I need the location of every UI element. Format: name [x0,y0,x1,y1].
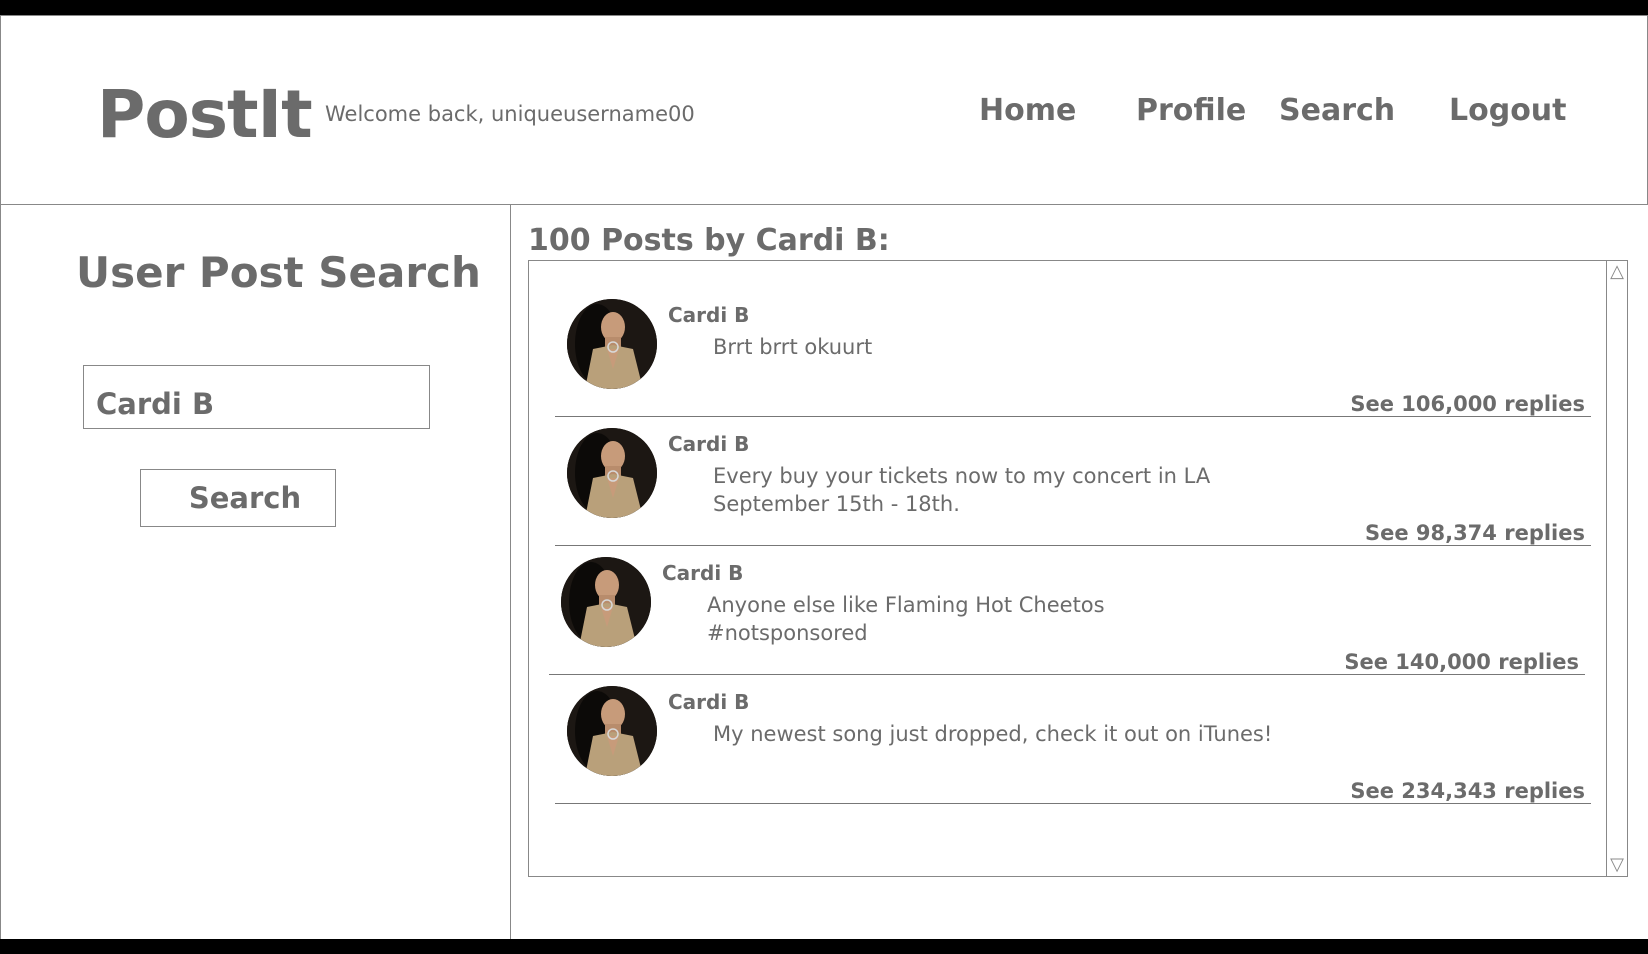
post-text: Anyone else like Flaming Hot Cheetos #no… [707,593,1105,645]
see-replies-link[interactable]: See 234,343 replies [1350,779,1585,803]
app-logo: PostIt [97,76,313,153]
app-window: PostIt Welcome back, uniqueusername00 Ho… [0,15,1648,939]
post-item: Cardi B Anyone else like Flaming Hot Che… [549,547,1585,675]
welcome-message: Welcome back, uniqueusername00 [325,102,695,126]
avatar[interactable] [567,299,657,389]
post-text: My newest song just dropped, check it ou… [713,722,1273,746]
search-panel-title: User Post Search [76,248,481,297]
results-title: 100 Posts by Cardi B: [528,223,890,258]
search-panel: User Post Search Search [0,204,511,939]
post-author[interactable]: Cardi B [668,303,749,327]
post-text: Every buy your tickets now to my concert… [713,464,1211,516]
nav-profile[interactable]: Profile [1136,93,1246,128]
see-replies-link[interactable]: See 98,374 replies [1365,521,1585,545]
see-replies-link[interactable]: See 106,000 replies [1350,392,1585,416]
post-author[interactable]: Cardi B [668,432,749,456]
post-text: Brrt brrt okuurt [713,335,873,359]
avatar[interactable] [561,557,651,647]
search-button[interactable]: Search [140,469,336,527]
post-author[interactable]: Cardi B [662,561,743,585]
triangle-up-icon[interactable]: △ [1609,263,1625,281]
post-item: Cardi B My newest song just dropped, che… [555,676,1591,804]
posts-scrollbar[interactable]: △ ▽ [1606,261,1627,876]
see-replies-link[interactable]: See 140,000 replies [1344,650,1579,674]
triangle-down-icon[interactable]: ▽ [1609,856,1625,874]
nav-home[interactable]: Home [979,93,1076,128]
avatar[interactable] [567,686,657,776]
post-item: Cardi B Brrt brrt okuurt See 106,000 rep… [555,289,1591,417]
post-author[interactable]: Cardi B [668,690,749,714]
posts-list[interactable]: Cardi B Brrt brrt okuurt See 106,000 rep… [528,260,1628,877]
top-header: PostIt Welcome back, uniqueusername00 Ho… [0,15,1648,205]
nav-search[interactable]: Search [1279,93,1395,128]
avatar[interactable] [567,428,657,518]
nav-logout[interactable]: Logout [1449,93,1567,128]
post-item: Cardi B Every buy your tickets now to my… [555,418,1591,546]
user-search-input[interactable] [83,365,430,429]
